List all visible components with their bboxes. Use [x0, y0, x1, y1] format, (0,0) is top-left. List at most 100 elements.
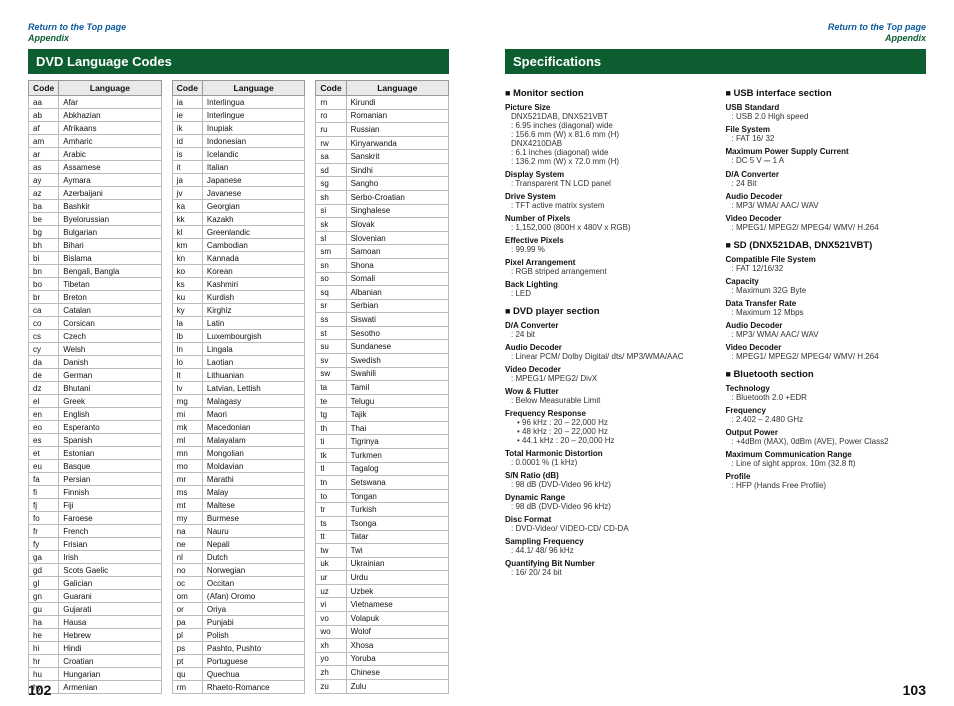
- spec-item: Maximum Communication RangeLine of sight…: [726, 450, 927, 468]
- spec-value: MPEG1/ MPEG2/ MPEG4/ WMV/ H.264: [726, 352, 927, 361]
- table-row: sgSangho: [316, 177, 449, 191]
- spec-label: Audio Decoder: [726, 321, 927, 330]
- lang-name: Swahili: [346, 367, 448, 381]
- table-row: kuKurdish: [172, 291, 305, 304]
- lang-code: ar: [29, 148, 59, 161]
- section-heading: Monitor section: [505, 88, 706, 99]
- table-row: om(Afan) Oromo: [172, 590, 305, 603]
- table-row: deGerman: [29, 369, 162, 382]
- lang-name: Hebrew: [59, 629, 161, 642]
- spec-label: Number of Pixels: [505, 214, 706, 223]
- spec-label: D/A Converter: [505, 321, 706, 330]
- lang-code: mn: [172, 447, 202, 460]
- table-row: amAmharic: [29, 135, 162, 148]
- table-row: loLaotian: [172, 356, 305, 369]
- lang-code: ca: [29, 304, 59, 317]
- spec-item: Number of Pixels1,152,000 (800H x 480V x…: [505, 214, 706, 232]
- table-row: fyFrisian: [29, 538, 162, 551]
- lang-code: na: [172, 525, 202, 538]
- lang-code: hr: [29, 655, 59, 668]
- lang-code: my: [172, 512, 202, 525]
- spec-label: Profile: [726, 472, 927, 481]
- appendix-link[interactable]: Appendix: [28, 33, 69, 43]
- lang-name: French: [59, 525, 161, 538]
- lang-code: bh: [29, 239, 59, 252]
- spec-label: File System: [726, 125, 927, 134]
- table-row: thThai: [316, 421, 449, 435]
- table-row: hrCroatian: [29, 655, 162, 668]
- spec-value: Maximum 32G Byte: [726, 286, 927, 295]
- lang-name: Turkmen: [346, 449, 448, 463]
- spec-item: Video DecoderMPEG1/ MPEG2/ DivX: [505, 365, 706, 383]
- lang-name: Interlingue: [202, 109, 304, 122]
- lang-name: Sundanese: [346, 340, 448, 354]
- spec-item: Back LightingLED: [505, 280, 706, 298]
- lang-name: Icelandic: [202, 148, 304, 161]
- lang-name: Latvian, Lettish: [202, 382, 304, 395]
- lang-name: Urdu: [346, 571, 448, 585]
- table-row: bhBihari: [29, 239, 162, 252]
- lang-name: Dutch: [202, 551, 304, 564]
- lang-name: Zulu: [346, 679, 448, 693]
- lang-code: pt: [172, 655, 202, 668]
- spec-value: DVD-Video/ VIDEO-CD/ CD-DA: [505, 524, 706, 533]
- lang-code: tk: [316, 449, 346, 463]
- table-row: glGalician: [29, 577, 162, 590]
- lang-code: or: [172, 603, 202, 616]
- lang-name: Interlingua: [202, 96, 304, 109]
- lang-code: am: [29, 135, 59, 148]
- lang-code: mg: [172, 395, 202, 408]
- lang-code: eo: [29, 421, 59, 434]
- spec-item: S/N Ratio (dB)98 dB (DVD-Video 96 kHz): [505, 471, 706, 489]
- lang-code: la: [172, 317, 202, 330]
- spec-label: Disc Format: [505, 515, 706, 524]
- table-row: tlTagalog: [316, 462, 449, 476]
- table-row: voVolapuk: [316, 611, 449, 625]
- table-row: biBislama: [29, 252, 162, 265]
- lang-name: Afar: [59, 96, 161, 109]
- lang-name: Romanian: [346, 109, 448, 123]
- top-nav-right: Return to the Top page Appendix: [505, 22, 926, 43]
- lang-code: gl: [29, 577, 59, 590]
- table-row: dzBhutani: [29, 382, 162, 395]
- col-code: Code: [316, 81, 346, 96]
- table-row: itItalian: [172, 161, 305, 174]
- table-row: mrMarathi: [172, 473, 305, 486]
- table-row: srSerbian: [316, 299, 449, 313]
- table-row: ikInupiak: [172, 122, 305, 135]
- appendix-link[interactable]: Appendix: [885, 33, 926, 43]
- spec-value: MP3/ WMA/ AAC/ WAV: [726, 330, 927, 339]
- return-link[interactable]: Return to the Top page: [28, 22, 126, 32]
- spec-item: Pixel ArrangementRGB striped arrangement: [505, 258, 706, 276]
- table-row: foFaroese: [29, 512, 162, 525]
- spec-value: MP3/ WMA/ AAC/ WAV: [726, 201, 927, 210]
- lang-code: eu: [29, 460, 59, 473]
- lang-name: Gujarati: [59, 603, 161, 616]
- lang-name: Occitan: [202, 577, 304, 590]
- spec-item: Maximum Power Supply CurrentDC 5 V ⎓ 1 A: [726, 147, 927, 166]
- spec-label: D/A Converter: [726, 170, 927, 179]
- return-link[interactable]: Return to the Top page: [828, 22, 926, 32]
- table-row: ssSiswati: [316, 313, 449, 327]
- spec-value: Bluetooth 2.0 +EDR: [726, 393, 927, 402]
- lang-code: he: [29, 629, 59, 642]
- lang-name: Assamese: [59, 161, 161, 174]
- spec-label: Wow & Flutter: [505, 387, 706, 396]
- spec-value: Line of sight approx. 10m (32.8 ft): [726, 459, 927, 468]
- table-row: asAssamese: [29, 161, 162, 174]
- table-row: bgBulgarian: [29, 226, 162, 239]
- spec-item: File SystemFAT 16/ 32: [726, 125, 927, 143]
- spec-value: 99.99 %: [505, 245, 706, 254]
- spec-sub: : 6.95 inches (diagonal) wide: [505, 121, 706, 130]
- lang-name: Croatian: [59, 655, 161, 668]
- spec-label: Technology: [726, 384, 927, 393]
- spec-item: Picture SizeDNX521DAB, DNX521VBT: 6.95 i…: [505, 103, 706, 166]
- spec-value: HFP (Hands Free Profile): [726, 481, 927, 490]
- lang-code: si: [316, 204, 346, 218]
- lang-code: km: [172, 239, 202, 252]
- lang-name: Oriya: [202, 603, 304, 616]
- lang-code: tl: [316, 462, 346, 476]
- lang-name: Sangho: [346, 177, 448, 191]
- lang-code: fo: [29, 512, 59, 525]
- table-row: koKorean: [172, 265, 305, 278]
